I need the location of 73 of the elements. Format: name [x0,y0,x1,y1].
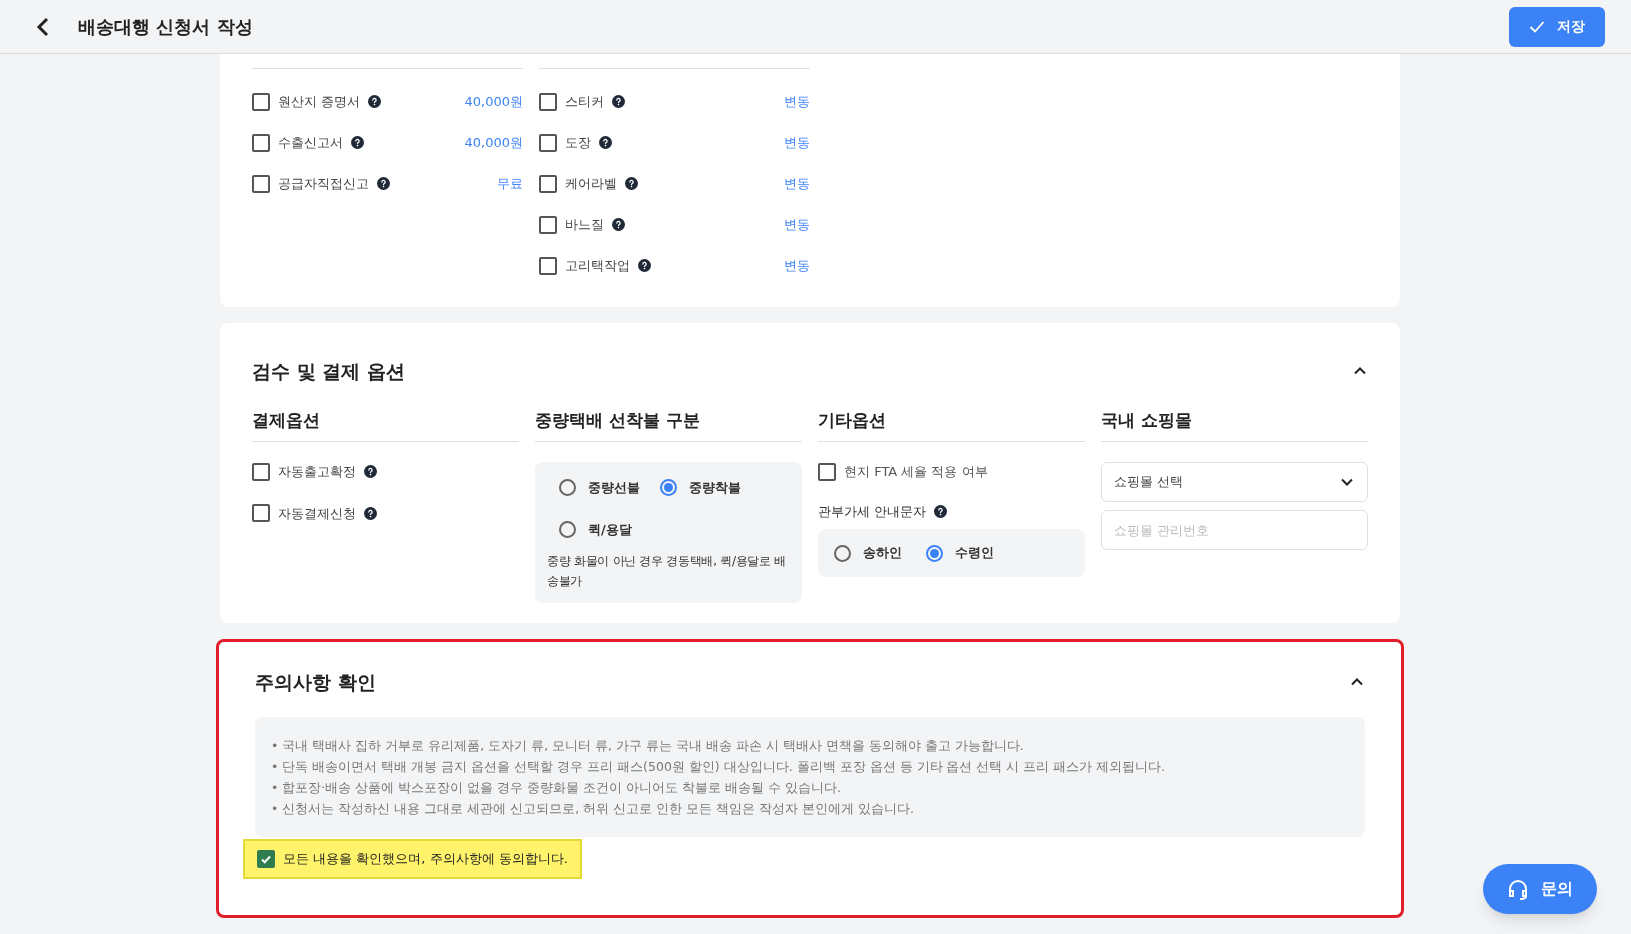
help-icon [351,136,364,149]
option-label: 원산지 증명서 [278,92,361,111]
column-heading: 국내 쇼핑몰 [1101,409,1192,430]
help-icon [625,177,638,190]
radio-label: 퀵/용달 [588,520,632,539]
checkbox[interactable] [539,133,557,152]
notice-line: • 신청서는 작성하신 내용 그대로 세관에 신고되므로, 허위 신고로 인한 모든 책임은 작성자 본인에게 있습니다. [271,799,915,818]
price-text: 40,000원 [464,92,523,111]
agree-label: 모든 내용을 확인했으며, 주의사항에 동의합니다. [283,849,568,868]
price-text: 무료 [497,174,523,193]
checkbox[interactable] [539,256,557,275]
help-icon [368,95,382,108]
page-title: 배송대행 신청서 작성 [78,15,253,39]
option-label: 케어라벨 [565,174,617,193]
section-title: 주의사항 확인 [255,670,376,695]
help-icon [364,465,377,479]
checkbox[interactable] [539,92,557,111]
input-field[interactable]: 쇼핑몰 관리번호 [1101,510,1368,550]
radio-button[interactable] [660,479,677,497]
checkbox[interactable] [539,215,557,234]
radio-label: 송하인 [863,544,902,563]
notice-line: • 국내 택배사 집하 거부로 유리제품, 도자기 류, 모니터 류, 가구 류는 국내 배송 파손 시 택배사 면책을 동의해야 출고 가능합니다. [271,736,1025,755]
price-text: 변동 [784,215,810,234]
price-text: 변동 [784,133,810,152]
radio-label: 중량착불 [689,479,741,497]
help-icon [638,259,651,272]
price-text: 변동 [784,256,810,275]
notice-line: • 단독 배송이면서 택배 개봉 금지 옵션을 선택할 경우 프리 패스(500원 할인) 대상입니다. 폴리백 포장 옵션 등 기타 옵션 선택 시 프리 패스가 제외됩니다. [271,757,1167,776]
radio-button[interactable] [834,544,851,562]
help-icon [377,177,390,190]
option-label: 자동결제신청 [278,504,356,523]
help-icon [364,506,377,520]
checkbox[interactable] [257,849,275,868]
help-icon [612,95,625,108]
column-heading: 기타옵션 [818,409,886,430]
checkbox[interactable] [252,462,270,481]
section-title: 검수 및 결제 옵션 [252,359,405,384]
checkbox[interactable] [818,462,836,481]
option-label: 바느질 [565,215,604,234]
option-label: 현지 FTA 세율 적용 여부 [844,463,988,481]
radio-button[interactable] [926,544,943,562]
option-label: 수출신고서 [278,133,343,152]
checkbox[interactable] [252,174,270,193]
radio-button[interactable] [559,479,576,497]
checkbox[interactable] [252,92,270,111]
notice-line: • 합포장·배송 상품에 박스포장이 없을 경우 중량화물 조건이 아니어도 착불로 배송될 수 있습니다. [271,778,842,797]
headset-icon [1507,878,1529,900]
note-text: 중량 화물이 아닌 경우 경동택배, 퀵/용달로 배송불가 [547,553,787,590]
radio-button[interactable] [559,520,576,538]
checkbox[interactable] [252,133,270,152]
help-icon [599,136,612,149]
price-text: 40,000원 [464,133,523,152]
field-label: 관부가세 안내문자 [818,502,927,521]
checkbox[interactable] [252,504,270,523]
help-icon [612,218,625,231]
option-label: 고리택작업 [565,256,630,275]
mall-select[interactable]: 쇼핑몰 선택 [1101,462,1368,502]
option-label: 공급자직접신고 [278,174,369,193]
radio-label: 수령인 [955,544,994,563]
column-heading: 결제옵션 [252,409,320,430]
save-button[interactable]: 저장 [1509,6,1605,47]
option-label: 도장 [565,133,591,152]
check-icon [1529,19,1545,34]
option-label: 스티커 [565,92,604,111]
inquiry-button[interactable]: 문의 [1483,864,1597,914]
price-text: 변동 [784,174,810,193]
help-icon [934,504,948,518]
column-heading: 중량택배 선착불 구분 [535,409,700,430]
option-label: 자동출고확정 [278,463,356,481]
radio-label: 중량선불 [588,479,640,497]
price-text: 변동 [784,92,810,111]
checkbox[interactable] [539,174,557,193]
back-icon[interactable] [36,16,50,37]
